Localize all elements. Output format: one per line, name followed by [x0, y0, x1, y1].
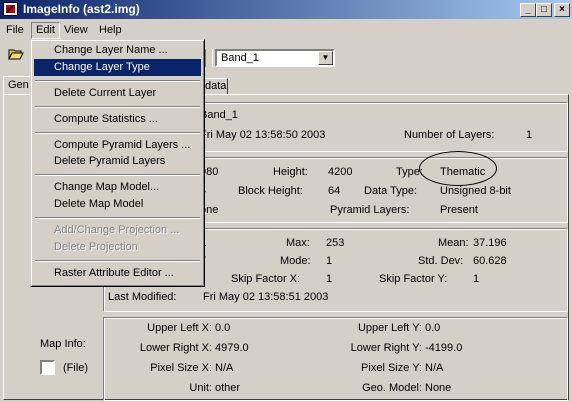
pixel-size-x-label: Pixel Size X:	[150, 362, 212, 374]
created-value: Fri May 02 13:58:50 2003	[200, 129, 326, 141]
menu-item-raster-attribute-editor[interactable]: Raster Attribute Editor ...	[34, 265, 201, 282]
mode-label: Mode:	[280, 255, 311, 267]
layer-select-value: Band_1	[221, 52, 259, 64]
menu-separator	[35, 132, 200, 134]
data-type-value: Unsigned 8-bit	[440, 185, 511, 197]
menu-bar: File Edit View Help	[0, 21, 572, 39]
block-height-label: Block Height:	[238, 185, 303, 197]
lower-right-x-label: Lower Right X:	[139, 342, 212, 354]
menu-separator	[35, 174, 200, 176]
menu-item-delete-current-layer[interactable]: Delete Current Layer	[34, 85, 201, 102]
maximize-button[interactable]: □	[536, 3, 552, 17]
height-label: Height:	[273, 166, 308, 178]
max-value: 253	[326, 237, 345, 249]
menu-item-change-map-model[interactable]: Change Map Model...	[34, 179, 201, 196]
menu-file[interactable]: File	[2, 23, 28, 38]
pixel-size-y-value: N/A	[425, 362, 444, 374]
lower-right-y-label: Lower Right Y:	[350, 342, 422, 354]
menu-help[interactable]: Help	[95, 23, 126, 38]
num-layers-value: 1	[526, 129, 533, 141]
menu-item-compute-pyramid-layers[interactable]: Compute Pyramid Layers ...	[34, 137, 201, 154]
std-dev-label: Std. Dev:	[418, 255, 464, 267]
menu-view[interactable]: View	[60, 23, 92, 38]
menu-item-change-layer-name[interactable]: Change Layer Name ...	[34, 42, 201, 59]
imageinfo-window: ImageInfo (ast2.img) _ □ × File Edit Vie…	[0, 0, 572, 402]
skip-factor-x-label: Skip Factor X:	[231, 273, 301, 285]
menu-item-delete-projection: Delete Projection	[54, 241, 138, 253]
menu-separator	[35, 217, 200, 219]
menu-item-compute-statistics[interactable]: Compute Statistics ...	[34, 111, 201, 128]
mode-value: 1	[326, 255, 333, 267]
skip-factor-y-value: 1	[473, 273, 480, 285]
layer-name-value: Band_1	[200, 109, 238, 121]
menu-edit[interactable]: Edit	[31, 22, 60, 39]
type-highlight-ellipse	[419, 151, 497, 186]
geo-model-value: None	[425, 382, 452, 394]
last-modified-value: Fri May 02 13:58:51 2003	[203, 291, 329, 303]
menu-separator	[35, 80, 200, 82]
skip-factor-y-label: Skip Factor Y:	[379, 273, 448, 285]
toolbar-divider	[205, 49, 213, 67]
upper-left-x-label: Upper Left X:	[147, 322, 212, 334]
window-title: ImageInfo (ast2.img)	[23, 2, 140, 16]
block-height-value: 64	[328, 185, 341, 197]
pyramid-layers-value: Present	[440, 204, 478, 216]
pyramid-layers-label: Pyramid Layers:	[330, 204, 410, 216]
pixel-size-x-value: N/A	[215, 362, 234, 374]
tab-metadata-label: data	[205, 80, 227, 92]
lower-right-x-value: 4979.0	[215, 342, 249, 354]
tab-general[interactable]: Gen	[3, 76, 31, 95]
app-icon	[3, 2, 18, 16]
dropdown-arrow-icon[interactable]: ▼	[318, 51, 333, 65]
mean-label: Mean:	[438, 237, 469, 249]
menu-item-change-layer-type[interactable]: Change Layer Type	[34, 59, 201, 76]
menu-separator	[35, 260, 200, 262]
minimize-button[interactable]: _	[520, 3, 536, 17]
unit-value: other	[215, 382, 241, 394]
unit-label: Unit:	[189, 382, 212, 394]
map-info-label: Map Info:	[40, 338, 86, 350]
geo-model-label: Geo. Model:	[362, 382, 422, 394]
last-modified-label: Last Modified:	[108, 291, 177, 303]
menu-item-delete-pyramid-layers[interactable]: Delete Pyramid Layers	[34, 153, 201, 170]
menu-item-delete-map-model[interactable]: Delete Map Model	[34, 196, 201, 213]
pixel-size-y-label: Pixel Size Y:	[361, 362, 422, 374]
close-button[interactable]: ×	[554, 3, 570, 17]
title-bar: ImageInfo (ast2.img) _ □ ×	[0, 0, 572, 19]
edit-menu-dropdown: Change Layer Name ... Change Layer Type …	[30, 39, 205, 287]
mean-value: 37.196	[473, 237, 507, 249]
tab-general-label: Gen	[8, 79, 29, 91]
map-info-file-label: (File)	[63, 362, 89, 374]
upper-left-y-label: Upper Left Y:	[357, 322, 422, 334]
map-info-file-checkbox[interactable]	[40, 360, 55, 375]
open-folder-icon[interactable]	[8, 47, 24, 61]
data-type-label: Data Type:	[364, 185, 417, 197]
max-label: Max:	[286, 237, 310, 249]
num-layers-label: Number of Layers:	[404, 129, 495, 141]
std-dev-value: 60.628	[473, 255, 507, 267]
menu-item-add-change-projection: Add/Change Projection ...	[54, 224, 180, 236]
layer-select[interactable]: Band_1 ▼	[215, 49, 335, 67]
lower-right-y-value: -4199.0	[425, 342, 463, 354]
skip-factor-x-value: 1	[326, 273, 333, 285]
menu-separator	[35, 106, 200, 108]
upper-left-y-value: 0.0	[425, 322, 441, 334]
height-value: 4200	[328, 166, 353, 178]
upper-left-x-value: 0.0	[215, 322, 231, 334]
